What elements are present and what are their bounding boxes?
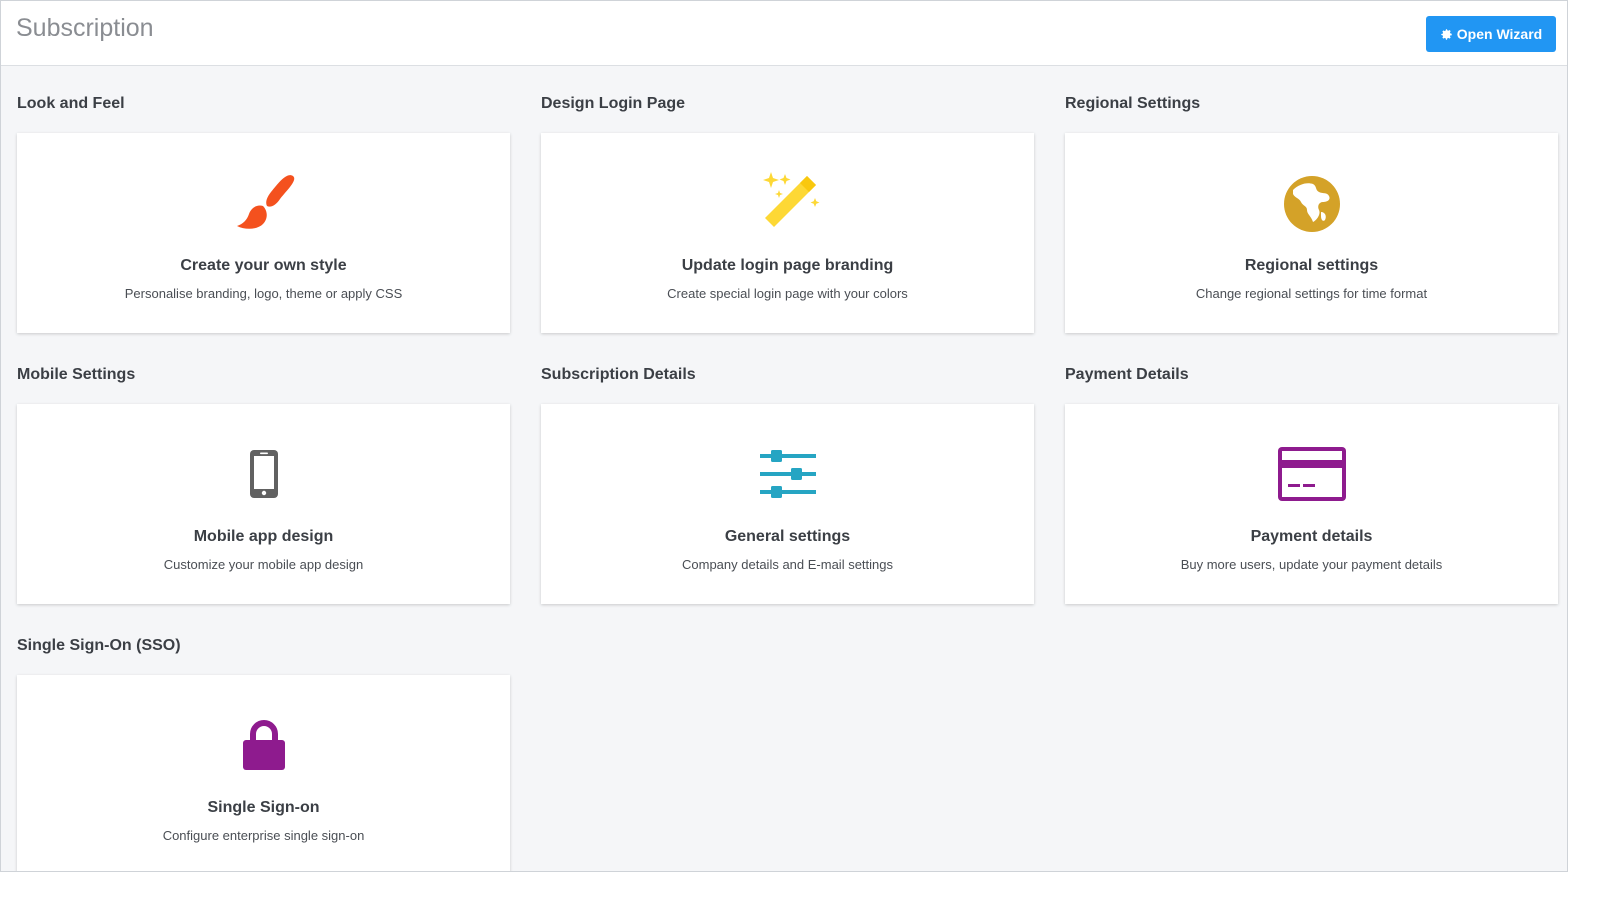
- card-description: Buy more users, update your payment deta…: [1180, 557, 1443, 572]
- card-title: Mobile app design: [193, 528, 334, 545]
- sliders-icon: [748, 439, 828, 509]
- section-title: Subscription Details: [541, 366, 696, 383]
- magic-wand-icon: [748, 168, 828, 238]
- card-title: Update login page branding: [681, 257, 894, 274]
- credit-card-icon: [1272, 439, 1352, 509]
- card-description: Customize your mobile app design: [163, 557, 364, 572]
- section-look-and-feel: Look and Feel Create your own style Pers…: [17, 94, 510, 333]
- gear-icon: [1441, 28, 1452, 40]
- card-general-settings[interactable]: General settings Company details and E-m…: [541, 404, 1034, 604]
- open-wizard-label: Open Wizard: [1456, 26, 1543, 42]
- card-description: Change regional settings for time format: [1195, 286, 1428, 301]
- card-description: Company details and E-mail settings: [682, 557, 893, 572]
- card-single-sign-on[interactable]: Single Sign-on Configure enterprise sing…: [17, 675, 510, 871]
- card-mobile-app-design[interactable]: Mobile app design Customize your mobile …: [17, 404, 510, 604]
- section-title: Design Login Page: [541, 95, 686, 112]
- card-title: General settings: [724, 528, 851, 545]
- card-title: Single Sign-on: [207, 799, 320, 816]
- page-header: Subscription Open Wizard: [1, 1, 1567, 66]
- paintbrush-icon: [224, 168, 304, 238]
- open-wizard-button[interactable]: Open Wizard: [1426, 16, 1556, 52]
- card-title: Regional settings: [1244, 257, 1379, 274]
- section-title: Regional Settings: [1065, 95, 1201, 112]
- subscription-page: Subscription Open Wizard Look and Feel C…: [0, 0, 1568, 872]
- section-title: Mobile Settings: [17, 366, 136, 383]
- section-regional-settings: Regional Settings Regional settings Chan…: [1065, 94, 1558, 333]
- card-description: Personalise branding, logo, theme or app…: [124, 286, 403, 301]
- card-update-login-page-branding[interactable]: Update login page branding Create specia…: [541, 133, 1034, 333]
- card-description: Configure enterprise single sign-on: [162, 828, 365, 843]
- page-title: Subscription: [16, 14, 154, 42]
- section-mobile-settings: Mobile Settings Mobile app design Custom…: [17, 365, 510, 604]
- section-design-login-page: Design Login Page Update login page bran…: [541, 94, 1034, 333]
- section-subscription-details: Subscription Details General settings Co…: [541, 365, 1034, 604]
- card-payment-details[interactable]: Payment details Buy more users, update y…: [1065, 404, 1558, 604]
- card-title: Create your own style: [180, 257, 347, 274]
- card-create-your-own-style[interactable]: Create your own style Personalise brandi…: [17, 133, 510, 333]
- section-title: Look and Feel: [17, 95, 125, 112]
- section-single-sign-on: Single Sign-On (SSO) Single Sign-on Conf…: [17, 636, 510, 871]
- lock-icon: [224, 710, 304, 780]
- mobile-phone-icon: [224, 439, 304, 509]
- card-description: Create special login page with your colo…: [667, 286, 908, 301]
- section-title: Payment Details: [1065, 366, 1189, 383]
- section-payment-details: Payment Details Payment details Buy more…: [1065, 365, 1558, 604]
- card-regional-settings[interactable]: Regional settings Change regional settin…: [1065, 133, 1558, 333]
- section-title: Single Sign-On (SSO): [17, 637, 181, 654]
- globe-icon: [1272, 168, 1352, 238]
- card-title: Payment details: [1250, 528, 1373, 545]
